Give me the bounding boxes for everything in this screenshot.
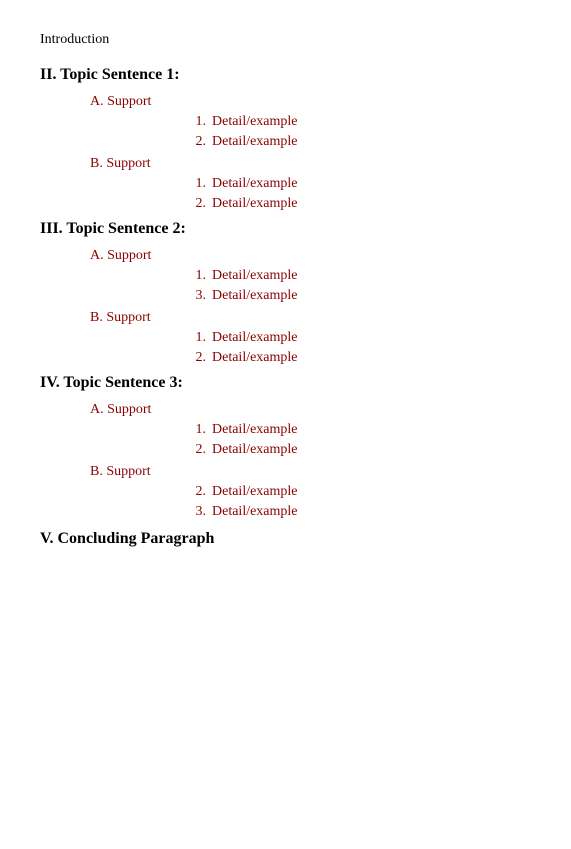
- detail-text: Detail/example: [212, 350, 298, 366]
- detail-text: Detail/example: [212, 268, 298, 284]
- detail-text: Detail/example: [212, 330, 298, 346]
- detail-item: 2. Detail/example: [190, 484, 531, 500]
- detail-item: 2. Detail/example: [190, 196, 531, 212]
- detail-text: Detail/example: [212, 114, 298, 130]
- support-label-2-1: A. Support: [90, 248, 531, 264]
- detail-num: 2.: [190, 442, 206, 458]
- support-label-2-2: B. Support: [90, 310, 531, 326]
- detail-1-2-1: 1. Detail/example: [190, 176, 531, 192]
- detail-item: 3. Detail/example: [190, 288, 531, 304]
- detail-num: 2.: [190, 484, 206, 500]
- section-2: III. Topic Sentence 2: A. Support 1. Detail…: [40, 220, 531, 366]
- support-3-2: B. Support 2. Detail/example 3. Detail/examp…: [90, 464, 531, 520]
- detail-2-2-2: 2. Detail/example: [190, 350, 531, 366]
- detail-text: Detail/example: [212, 422, 298, 438]
- detail-item: 1. Detail/example: [190, 176, 531, 192]
- detail-item: 1. Detail/example: [190, 114, 531, 130]
- support-label-3-1: A. Support: [90, 402, 531, 418]
- detail-num: 1.: [190, 114, 206, 130]
- detail-text: Detail/example: [212, 196, 298, 212]
- detail-text: Detail/example: [212, 176, 298, 192]
- support-1-2: B. Support 1. Detail/example 2. Detail/examp…: [90, 156, 531, 212]
- detail-text: Detail/example: [212, 134, 298, 150]
- detail-2-1-1: 1. Detail/example: [190, 268, 531, 284]
- detail-2-2-1: 1. Detail/example: [190, 330, 531, 346]
- detail-num: 2.: [190, 196, 206, 212]
- detail-item: 1. Detail/example: [190, 268, 531, 284]
- detail-num: 3.: [190, 288, 206, 304]
- support-2-2: B. Support 1. Detail/example 2. Detail/examp…: [90, 310, 531, 366]
- detail-3-2-1: 2. Detail/example: [190, 484, 531, 500]
- support-label-3-2: B. Support: [90, 464, 531, 480]
- detail-num: 2.: [190, 350, 206, 366]
- detail-item: 1. Detail/example: [190, 330, 531, 346]
- support-2-1: A. Support 1. Detail/example 3. Detail/examp…: [90, 248, 531, 304]
- section-1: II. Topic Sentence 1: A. Support 1. Detail/…: [40, 66, 531, 212]
- detail-item: 1. Detail/example: [190, 422, 531, 438]
- detail-item: 2. Detail/example: [190, 350, 531, 366]
- detail-text: Detail/example: [212, 504, 298, 520]
- support-3-1: A. Support 1. Detail/example 2. Detail/examp…: [90, 402, 531, 458]
- section-heading-2: III. Topic Sentence 2:: [40, 220, 531, 238]
- conclusion-line: V. Concluding Paragraph: [40, 530, 531, 548]
- detail-1-1-2: 2. Detail/example: [190, 134, 531, 150]
- page-wrapper: Introduction II. Topic Sentence 1: A. Sup…: [40, 32, 531, 548]
- detail-num: 2.: [190, 134, 206, 150]
- intro-line: Introduction: [40, 32, 531, 48]
- detail-3-1-2: 2. Detail/example: [190, 442, 531, 458]
- detail-num: 1.: [190, 268, 206, 284]
- detail-num: 1.: [190, 330, 206, 346]
- detail-1-2-2: 2. Detail/example: [190, 196, 531, 212]
- detail-item: 2. Detail/example: [190, 134, 531, 150]
- detail-3-1-1: 1. Detail/example: [190, 422, 531, 438]
- detail-text: Detail/example: [212, 442, 298, 458]
- detail-text: Detail/example: [212, 484, 298, 500]
- section-heading-1: II. Topic Sentence 1:: [40, 66, 531, 84]
- detail-num: 3.: [190, 504, 206, 520]
- support-label-1-1: A. Support: [90, 94, 531, 110]
- detail-text: Detail/example: [212, 288, 298, 304]
- detail-num: 1.: [190, 176, 206, 192]
- support-label-1-2: B. Support: [90, 156, 531, 172]
- section-3: IV. Topic Sentence 3: A. Support 1. Detail/…: [40, 374, 531, 520]
- detail-item: 3. Detail/example: [190, 504, 531, 520]
- detail-item: 2. Detail/example: [190, 442, 531, 458]
- detail-num: 1.: [190, 422, 206, 438]
- sections-container: II. Topic Sentence 1: A. Support 1. Detail/…: [40, 66, 531, 520]
- section-heading-3: IV. Topic Sentence 3:: [40, 374, 531, 392]
- detail-2-1-2: 3. Detail/example: [190, 288, 531, 304]
- support-1-1: A. Support 1. Detail/example 2. Detail/examp…: [90, 94, 531, 150]
- intro-label: Introduction: [40, 32, 109, 47]
- detail-3-2-2: 3. Detail/example: [190, 504, 531, 520]
- detail-1-1-1: 1. Detail/example: [190, 114, 531, 130]
